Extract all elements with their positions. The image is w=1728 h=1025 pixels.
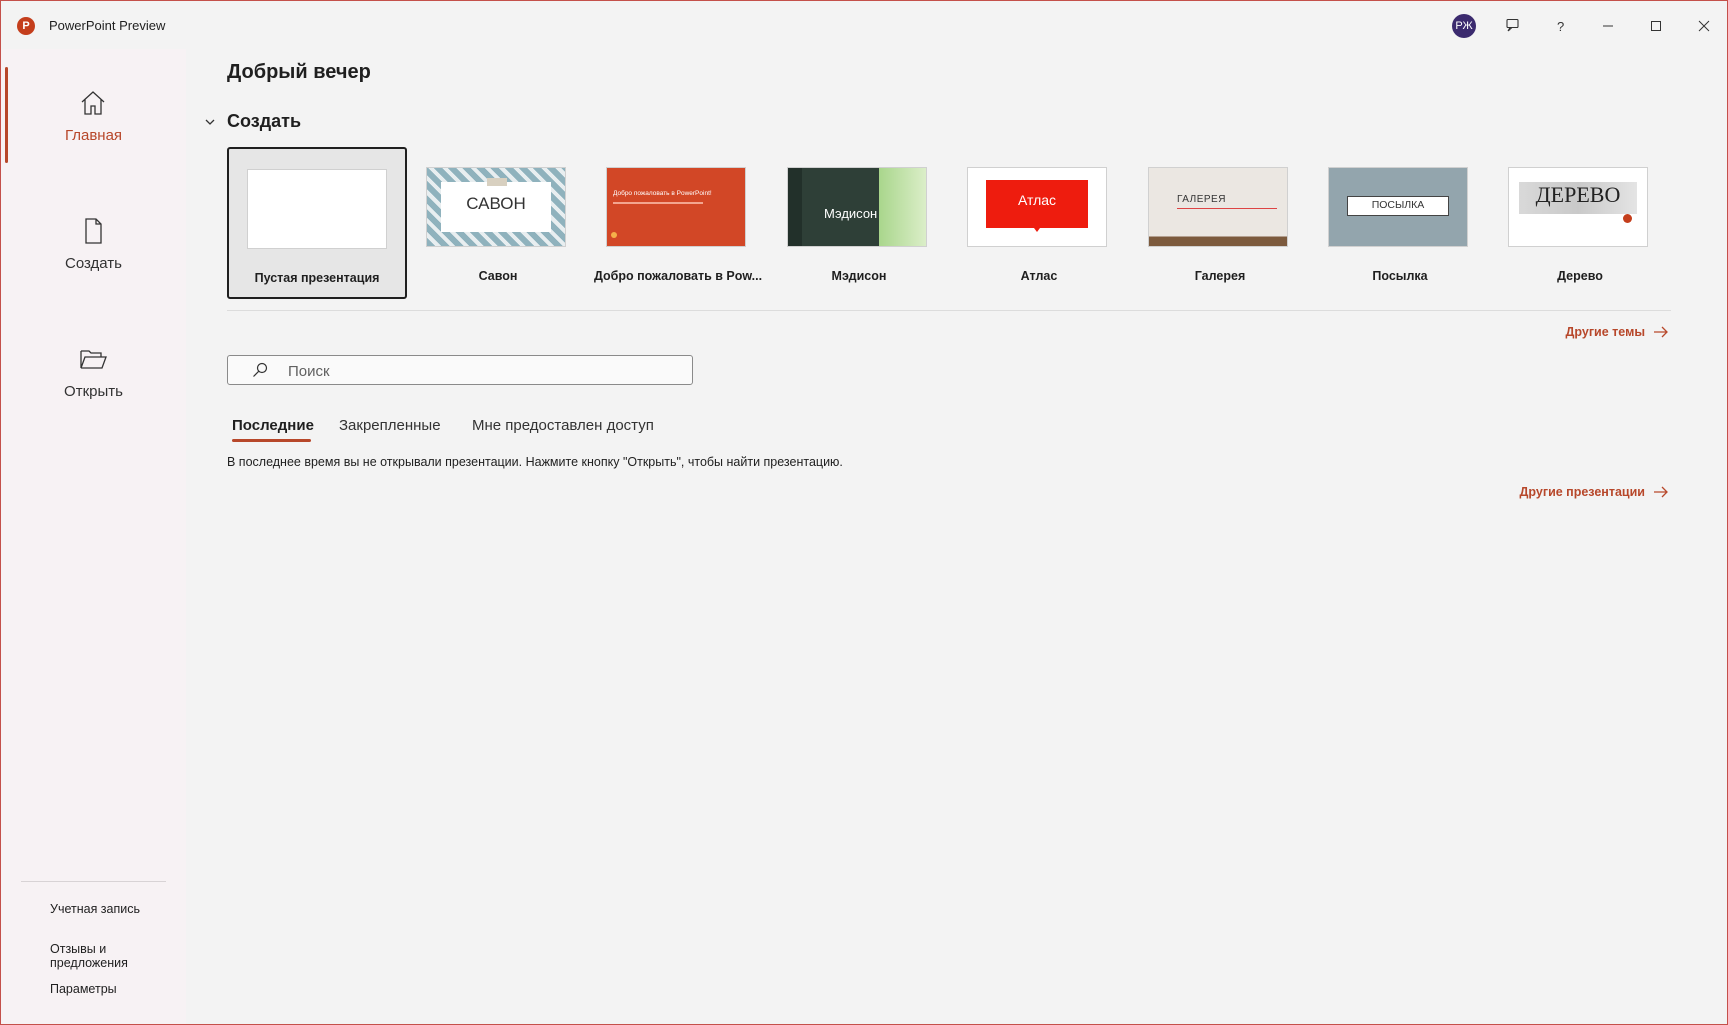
template-label: Мэдисон <box>831 269 887 283</box>
thumb-text: Добро пожаловать в PowerPoint! <box>613 190 712 197</box>
template-savon[interactable]: САВОН Савон <box>408 147 588 299</box>
account-avatar[interactable]: РЖ <box>1452 14 1476 38</box>
sidebar-item-open[interactable]: Открыть <box>1 323 186 423</box>
template-label: Атлас <box>1020 269 1058 283</box>
section-title[interactable]: Создать <box>227 111 301 132</box>
feedback-icon[interactable] <box>1497 11 1527 41</box>
template-atlas[interactable]: Атлас Атлас <box>949 147 1129 299</box>
svg-text:?: ? <box>1557 19 1564 33</box>
arrow-right-icon <box>1654 326 1668 338</box>
options-link[interactable]: Параметры <box>50 982 117 996</box>
search-input[interactable] <box>286 359 670 383</box>
template-thumbnail: Атлас <box>967 167 1107 247</box>
tab-recent[interactable]: Последние <box>232 417 314 434</box>
template-thumbnail: ГАЛЕРЕЯ <box>1148 167 1288 247</box>
account-link[interactable]: Учетная запись <box>50 902 140 916</box>
sidebar-item-label: Главная <box>64 127 123 144</box>
sidebar-item-home[interactable]: Главная <box>1 67 186 167</box>
template-parcel[interactable]: ПОСЫЛКА Посылка <box>1310 147 1490 299</box>
template-madison[interactable]: Мэдисон Мэдисон <box>769 147 949 299</box>
sidebar-item-label: Открыть <box>64 383 123 400</box>
template-label: Пустая презентация <box>254 271 380 285</box>
more-presentations-label: Другие презентации <box>1519 485 1645 499</box>
template-label: Добро пожаловать в Pow... <box>593 269 763 283</box>
tab-pinned[interactable]: Закрепленные <box>339 417 441 434</box>
template-wood[interactable]: ДЕРЕВО Дерево <box>1490 147 1670 299</box>
sidebar: Главная Создать Открыть Учетная запись О… <box>1 49 186 1024</box>
template-label: Савон <box>478 269 518 283</box>
folder-open-icon <box>80 350 107 369</box>
more-presentations-link[interactable]: Другие презентации <box>1520 485 1669 499</box>
sidebar-divider <box>21 881 166 882</box>
thumb-text: Атлас <box>1017 192 1057 208</box>
template-welcome[interactable]: Добро пожаловать в PowerPoint! Добро пож… <box>588 147 768 299</box>
arrow-right-icon <box>1654 486 1668 498</box>
sidebar-item-label: Создать <box>64 255 122 272</box>
template-label: Дерево <box>1557 269 1603 283</box>
tab-shared[interactable]: Мне предоставлен доступ <box>472 417 654 434</box>
close-icon[interactable] <box>1689 11 1719 41</box>
more-themes-link[interactable]: Другие темы <box>1566 325 1669 339</box>
templates-divider <box>227 310 1671 311</box>
template-thumbnail: ДЕРЕВО <box>1508 167 1648 247</box>
app-title: PowerPoint Preview <box>49 18 166 33</box>
search-box[interactable] <box>227 355 693 385</box>
feedback-link[interactable]: Отзывы и предложения <box>50 942 186 970</box>
powerpoint-logo-icon: P <box>17 17 35 35</box>
thumb-text: ДЕРЕВО <box>1535 182 1621 207</box>
template-thumbnail: САВОН <box>426 167 566 247</box>
template-thumbnail: Добро пожаловать в PowerPoint! <box>606 167 746 247</box>
active-tab-indicator <box>232 439 311 442</box>
app-window: P PowerPoint Preview РЖ ? Главная Создат… <box>0 0 1728 1025</box>
sidebar-item-new[interactable]: Создать <box>1 195 186 295</box>
thumb-text: ПОСЫЛКА <box>1371 199 1425 211</box>
empty-recent-message: В последнее время вы не открывали презен… <box>227 455 843 469</box>
maximize-icon[interactable] <box>1641 11 1671 41</box>
template-gallery[interactable]: ГАЛЕРЕЯ Галерея <box>1130 147 1310 299</box>
thumb-text: САВОН <box>466 194 526 213</box>
thumb-text: Мэдисон <box>824 206 878 221</box>
template-label: Галерея <box>1194 269 1246 283</box>
home-icon <box>81 91 105 115</box>
template-thumbnail <box>247 169 387 249</box>
template-blank[interactable]: Пустая презентация <box>227 147 407 299</box>
more-themes-label: Другие темы <box>1565 325 1645 339</box>
new-document-icon <box>85 218 102 244</box>
template-thumbnail: Мэдисон <box>787 167 927 247</box>
template-label: Посылка <box>1372 269 1428 283</box>
minimize-icon[interactable] <box>1593 11 1623 41</box>
chevron-down-icon[interactable] <box>203 115 217 129</box>
main-content: Добрый вечер Создать Пустая презентация … <box>187 49 1727 1024</box>
page-title: Добрый вечер <box>227 61 371 83</box>
title-bar: P PowerPoint Preview РЖ ? <box>1 1 1727 49</box>
thumb-text: ГАЛЕРЕЯ <box>1177 194 1226 205</box>
template-thumbnail: ПОСЫЛКА <box>1328 167 1468 247</box>
help-icon[interactable]: ? <box>1545 11 1575 41</box>
search-icon <box>253 362 268 377</box>
